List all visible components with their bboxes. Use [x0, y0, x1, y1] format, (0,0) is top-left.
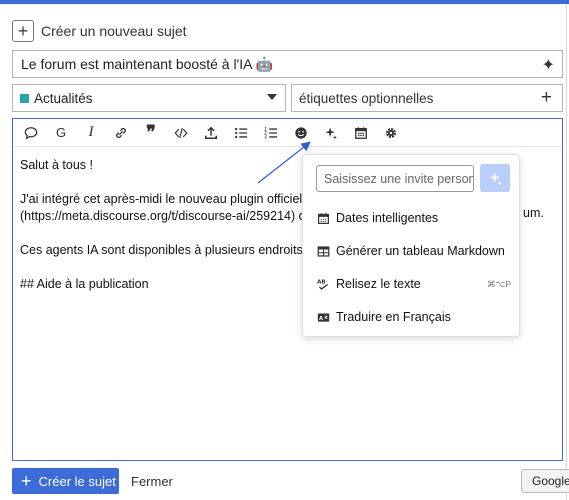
calendar-icon [316, 211, 330, 225]
custom-prompt-input[interactable] [316, 165, 474, 192]
close-button[interactable]: Fermer [131, 474, 173, 489]
editor-line-fragment: um. [523, 206, 544, 220]
gear-icon[interactable] [379, 122, 403, 144]
table-icon [316, 244, 330, 258]
menu-item-label: Relisez le texte [336, 277, 421, 291]
upload-icon[interactable] [199, 122, 223, 144]
translate-icon: A [316, 310, 330, 324]
menu-item-label: Traduire en Français [336, 310, 451, 324]
topic-title-input[interactable]: Le forum est maintenant boosté à l'IA 🤖 … [12, 50, 563, 78]
tags-select[interactable]: étiquettes optionnelles + [291, 84, 563, 112]
menu-item-label: Dates intelligentes [336, 211, 439, 225]
add-tag-icon[interactable]: + [541, 87, 552, 109]
category-color-swatch [20, 93, 29, 103]
sparkles-icon[interactable] [319, 122, 343, 144]
category-select[interactable]: Actualités [12, 84, 286, 112]
menu-item-label: Générer un tableau Markdown [336, 244, 505, 258]
send-prompt-button[interactable] [480, 164, 510, 192]
top-accent-bar [0, 0, 569, 4]
svg-text:3: 3 [264, 134, 267, 139]
ai-assistant-menu: Dates intelligentes Générer un tableau M… [302, 154, 520, 337]
svg-text:AB: AB [317, 279, 326, 285]
menu-item-smart-dates[interactable]: Dates intelligentes [316, 207, 511, 229]
tags-placeholder: étiquettes optionnelles [299, 90, 434, 106]
chat-bubble-icon[interactable] [19, 122, 43, 144]
quote-icon[interactable]: ❞ [139, 122, 163, 144]
spellcheck-icon: AB [316, 277, 330, 291]
emoji-icon[interactable] [289, 122, 313, 144]
link-icon[interactable] [109, 122, 133, 144]
menu-item-translate[interactable]: A Traduire en Français [316, 306, 511, 328]
italic-icon[interactable]: I [79, 122, 103, 144]
code-icon[interactable] [169, 122, 193, 144]
g-icon[interactable]: G [49, 122, 73, 144]
menu-item-markdown-table[interactable]: Générer un tableau Markdown [316, 240, 511, 262]
numbered-list-icon[interactable]: 123 [259, 122, 283, 144]
sparkles-icon[interactable]: ✦ [542, 55, 555, 75]
google-button[interactable]: Google [521, 469, 569, 493]
menu-item-proofread[interactable]: AB Relisez le texte ⌘⌥P [316, 273, 512, 295]
create-topic-header[interactable]: + Créer un nouveau sujet [12, 20, 187, 42]
editor-toolbar: G I ❞ 123 [13, 119, 562, 147]
calendar-icon[interactable] [349, 122, 373, 144]
create-topic-button-label: Créer le sujet [38, 473, 116, 489]
topic-title-value: Le forum est maintenant boosté à l'IA 🤖 [21, 55, 274, 72]
category-name: Actualités [34, 90, 93, 106]
create-topic-button[interactable]: + Créer le sujet [12, 468, 119, 494]
bullet-list-icon[interactable] [229, 122, 253, 144]
create-topic-label: Créer un nouveau sujet [41, 23, 187, 39]
page-edge [566, 4, 567, 500]
plus-icon[interactable]: + [12, 20, 34, 42]
chevron-down-icon [267, 94, 277, 100]
plus-icon: + [21, 471, 32, 491]
sparkles-icon [488, 171, 502, 186]
keyboard-shortcut: ⌘⌥P [487, 278, 511, 289]
